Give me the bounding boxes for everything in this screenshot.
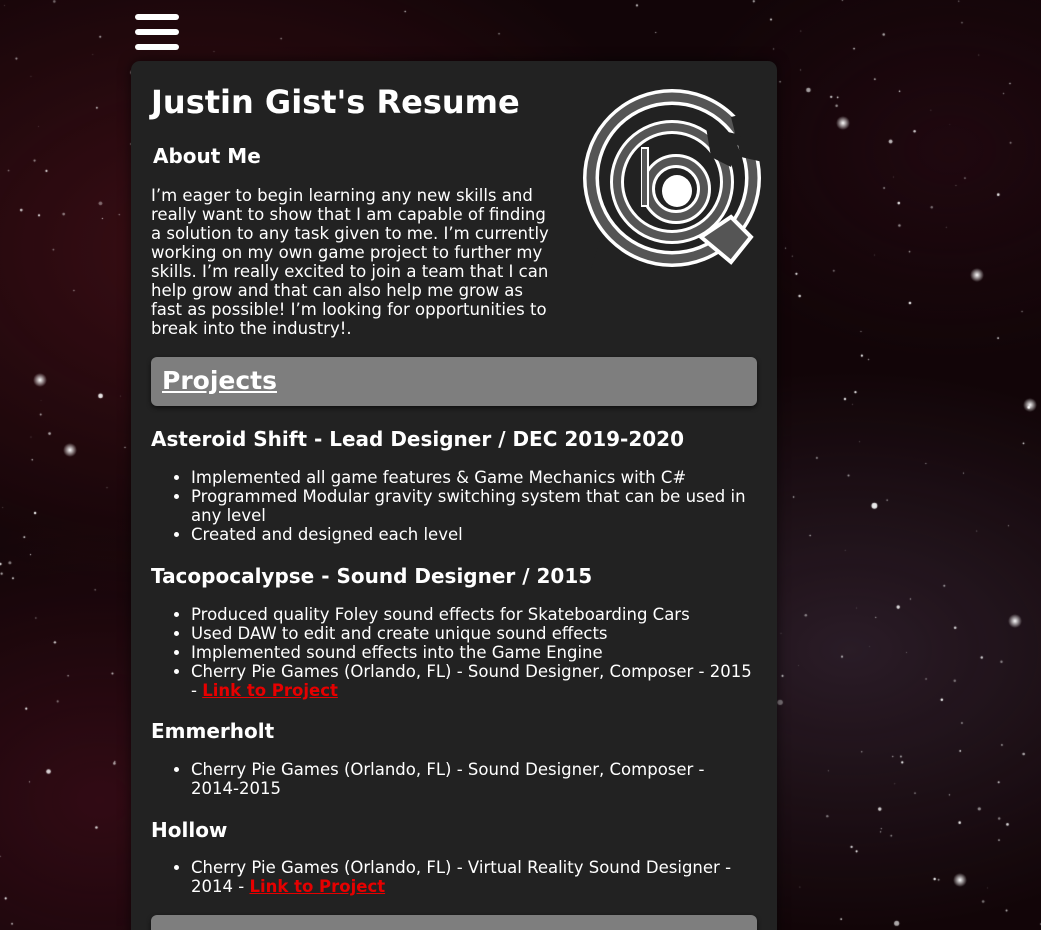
list-item: Implemented all game features & Game Mec… [191, 468, 757, 487]
projects-section-bar: Projects [151, 357, 757, 406]
project-bullets-asteroid-shift: Implemented all game features & Game Mec… [151, 468, 757, 544]
list-item: Used DAW to edit and create unique sound… [191, 624, 757, 643]
project-bullets-hollow: Cherry Pie Games (Orlando, FL) - Virtual… [151, 858, 757, 896]
personal-logo-icon [583, 89, 763, 269]
project-title-hollow: Hollow [151, 818, 228, 842]
list-item: Cherry Pie Games (Orlando, FL) - Virtual… [191, 858, 757, 896]
list-item: Implemented sound effects into the Game … [191, 643, 757, 662]
next-section-bar [151, 915, 757, 930]
list-item: Cherry Pie Games (Orlando, FL) - Sound D… [191, 760, 757, 798]
list-item: Created and designed each level [191, 525, 757, 544]
about-heading: About Me [153, 144, 261, 168]
project-title-emmerholt: Emmerholt [151, 719, 275, 743]
list-item: Cherry Pie Games (Orlando, FL) - Sound D… [191, 662, 757, 700]
tacopocalypse-project-link[interactable]: Link to Project [202, 681, 338, 700]
project-title-tacopocalypse: Tacopocalypse - Sound Designer / 2015 [151, 564, 593, 588]
list-item: Produced quality Foley sound effects for… [191, 605, 757, 624]
page-title: Justin Gist's Resume [151, 83, 520, 121]
project-bullets-emmerholt: Cherry Pie Games (Orlando, FL) - Sound D… [151, 760, 757, 798]
about-text: I’m eager to begin learning any new skil… [151, 186, 549, 338]
projects-section-link[interactable]: Projects [162, 366, 277, 395]
list-item: Programmed Modular gravity switching sys… [191, 487, 757, 525]
resume-card: Justin Gist's Resume About Me I’m eager … [131, 61, 777, 930]
project-title-asteroid-shift: Asteroid Shift - Lead Designer / DEC 201… [151, 427, 684, 451]
hollow-project-link[interactable]: Link to Project [249, 877, 385, 896]
hamburger-menu-icon[interactable] [135, 14, 179, 50]
project-bullets-tacopocalypse: Produced quality Foley sound effects for… [151, 605, 757, 700]
